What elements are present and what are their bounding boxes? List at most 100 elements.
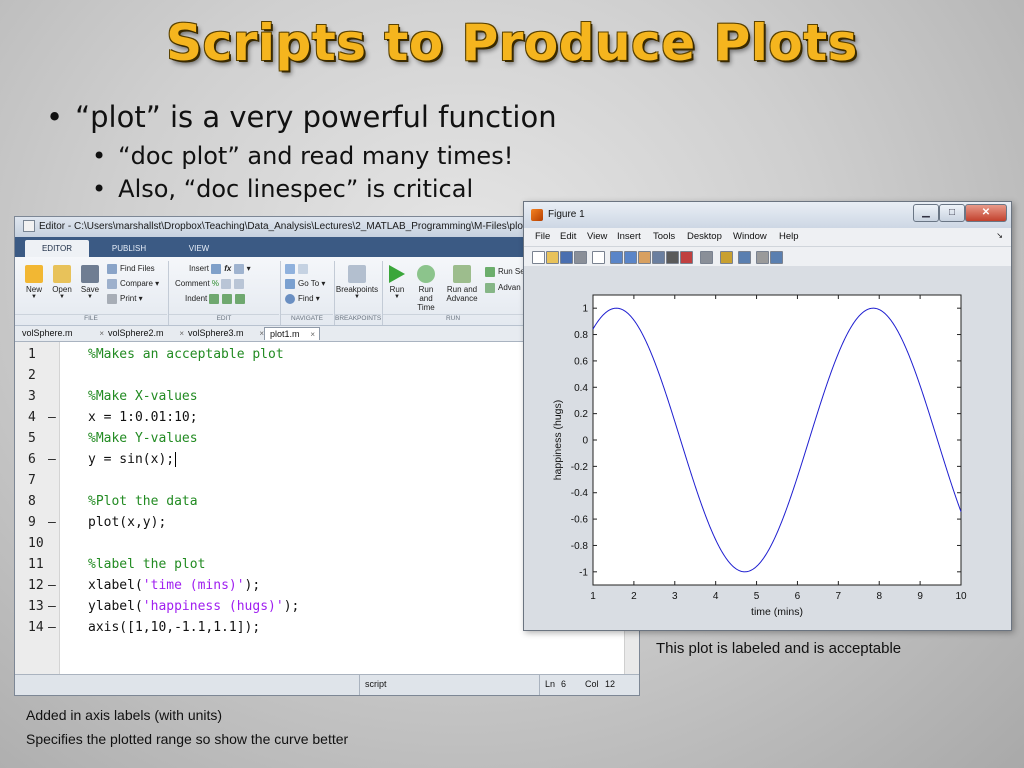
code-comment: %Make X-values [88, 389, 198, 404]
minimize-icon: ▁ [922, 207, 930, 218]
comment-button[interactable]: Comment % [175, 279, 247, 289]
line-number: 11 [28, 557, 44, 572]
file-tab-volsphere[interactable]: volSphere.m × [17, 327, 108, 340]
menu-file[interactable]: File [535, 231, 550, 242]
x-axis-label: time (mins) [751, 606, 803, 618]
file-tab-volsphere2[interactable]: volSphere2.m × [103, 327, 188, 340]
tab-view[interactable]: VIEW [167, 240, 231, 257]
find-files-label: Find Files [120, 264, 155, 274]
legend-icon[interactable] [738, 251, 751, 264]
file-group-label: FILE [15, 314, 167, 325]
menu-desktop[interactable]: Desktop [687, 231, 722, 242]
menu-insert[interactable]: Insert [617, 231, 641, 242]
figure-titlebar[interactable]: Figure 1 ▁ □ ✕ [524, 202, 1011, 228]
zoom-in-icon[interactable] [610, 251, 623, 264]
zoom-out-icon[interactable] [624, 251, 637, 264]
print-icon[interactable] [574, 251, 587, 264]
save-icon[interactable] [560, 251, 573, 264]
maximize-button[interactable]: □ [939, 204, 965, 222]
save-icon [81, 265, 99, 283]
file-tab-label: volSphere.m [22, 328, 73, 338]
find-files-button[interactable]: Find Files [107, 264, 155, 274]
hide-tools-icon[interactable] [756, 251, 769, 264]
run-and-advance-label: Run and [446, 285, 478, 294]
print-button[interactable]: Print ▾ [107, 294, 143, 304]
breakpoint-dash[interactable]: — [48, 449, 56, 470]
edit-group-label: EDIT [169, 314, 279, 325]
run-button[interactable]: Run ▼ [385, 265, 409, 300]
run-section-button[interactable]: Run Se [485, 267, 525, 277]
advance-button[interactable]: Advan [485, 283, 521, 293]
back-forward-buttons[interactable] [285, 264, 311, 274]
bullet-1-text: “plot” is a very powerful function [75, 100, 557, 134]
close-button[interactable]: ✕ [965, 204, 1007, 222]
brush-icon[interactable] [680, 251, 693, 264]
breakpoints-button[interactable]: Breakpoints ▼ [335, 265, 379, 300]
file-tab-label: volSphere2.m [108, 328, 164, 338]
show-tools-icon[interactable] [770, 251, 783, 264]
tab-publish[interactable]: PUBLISH [97, 240, 161, 257]
editor-icon [23, 220, 35, 233]
go-to-icon [285, 279, 295, 289]
code-text: y = sin(x); [88, 449, 177, 470]
breakpoint-dash[interactable]: — [48, 575, 56, 596]
colorbar-icon[interactable] [720, 251, 733, 264]
back-arrow-icon [285, 264, 295, 274]
minimize-button[interactable]: ▁ [913, 204, 939, 222]
status-divider [359, 675, 360, 695]
y-tick-label: -0.4 [571, 488, 589, 499]
go-to-button[interactable]: Go To ▾ [285, 279, 325, 289]
figure-canvas: 1 2 3 4 5 6 7 8 9 10 -1 -0.8 -0.6 -0.4 -0.2 0 0.2 0.4 0.6 0… [524, 266, 1011, 630]
run-section-icon [485, 267, 495, 277]
compare-button[interactable]: Compare ▾ [107, 279, 159, 289]
new-button[interactable]: New ▼ [21, 265, 47, 300]
file-tab-plot1[interactable]: plot1.m × [264, 327, 320, 340]
pointer-icon[interactable] [592, 251, 605, 264]
close-icon[interactable]: × [310, 328, 315, 341]
open-button[interactable]: Open ▼ [49, 265, 75, 300]
breakpoint-dash[interactable]: — [48, 596, 56, 617]
line-number: 1 [28, 347, 36, 362]
open-icon[interactable] [546, 251, 559, 264]
run-and-time-button[interactable]: Run and Time [411, 265, 441, 312]
print-label: Print [120, 294, 137, 304]
rotate-icon[interactable] [652, 251, 665, 264]
file-tab-volsphere3[interactable]: volSphere3.m × [183, 327, 268, 340]
code-comment: %Makes an acceptable plot [88, 347, 284, 362]
breakpoints-group-label: BREAKPOINTS [335, 314, 381, 325]
pan-icon[interactable] [638, 251, 651, 264]
bullet-3: • Also, “doc linespec” is critical [92, 175, 473, 203]
menu-help[interactable]: Help [779, 231, 799, 242]
y-tick-label: 1 [582, 304, 588, 315]
text-caret [175, 452, 177, 467]
y-tick-label: 0 [582, 436, 588, 447]
y-tick-label: -0.6 [571, 515, 589, 526]
fx-icon: fx [224, 264, 232, 274]
axes[interactable]: 1 2 3 4 5 6 7 8 9 10 -1 -0.8 -0.6 -0.4 -0.2 0 0.2 0.4 0.6 0… [524, 266, 1011, 630]
save-button[interactable]: Save ▼ [77, 265, 103, 300]
new-icon [25, 265, 43, 283]
breakpoint-dash[interactable]: — [48, 512, 56, 533]
tab-editor[interactable]: EDITOR [25, 240, 89, 257]
menubar-dock-icon[interactable]: ↘ [996, 231, 1003, 240]
data-cursor-icon[interactable] [666, 251, 679, 264]
breakpoint-dash[interactable]: — [48, 617, 56, 638]
run-and-advance-button[interactable]: Run and Advance [445, 265, 479, 303]
menu-view[interactable]: View [587, 231, 607, 242]
menu-window[interactable]: Window [733, 231, 767, 242]
link-icon[interactable] [700, 251, 713, 264]
menu-tools[interactable]: Tools [653, 231, 675, 242]
menu-edit[interactable]: Edit [560, 231, 576, 242]
x-tick-label: 9 [917, 591, 923, 602]
indent-button[interactable]: Indent [185, 294, 248, 304]
find-button[interactable]: Find ▾ [285, 294, 320, 304]
line-number: 10 [28, 536, 44, 551]
insert-label: Insert [189, 264, 210, 274]
indent-icon [222, 294, 233, 304]
chevron-down-icon: ▼ [87, 294, 93, 300]
code-token: ylabel( [88, 599, 143, 614]
maximize-icon: □ [948, 207, 956, 218]
insert-button[interactable]: Insert fx ▾ [189, 264, 251, 274]
new-figure-icon[interactable] [532, 251, 545, 264]
breakpoint-dash[interactable]: — [48, 407, 56, 428]
